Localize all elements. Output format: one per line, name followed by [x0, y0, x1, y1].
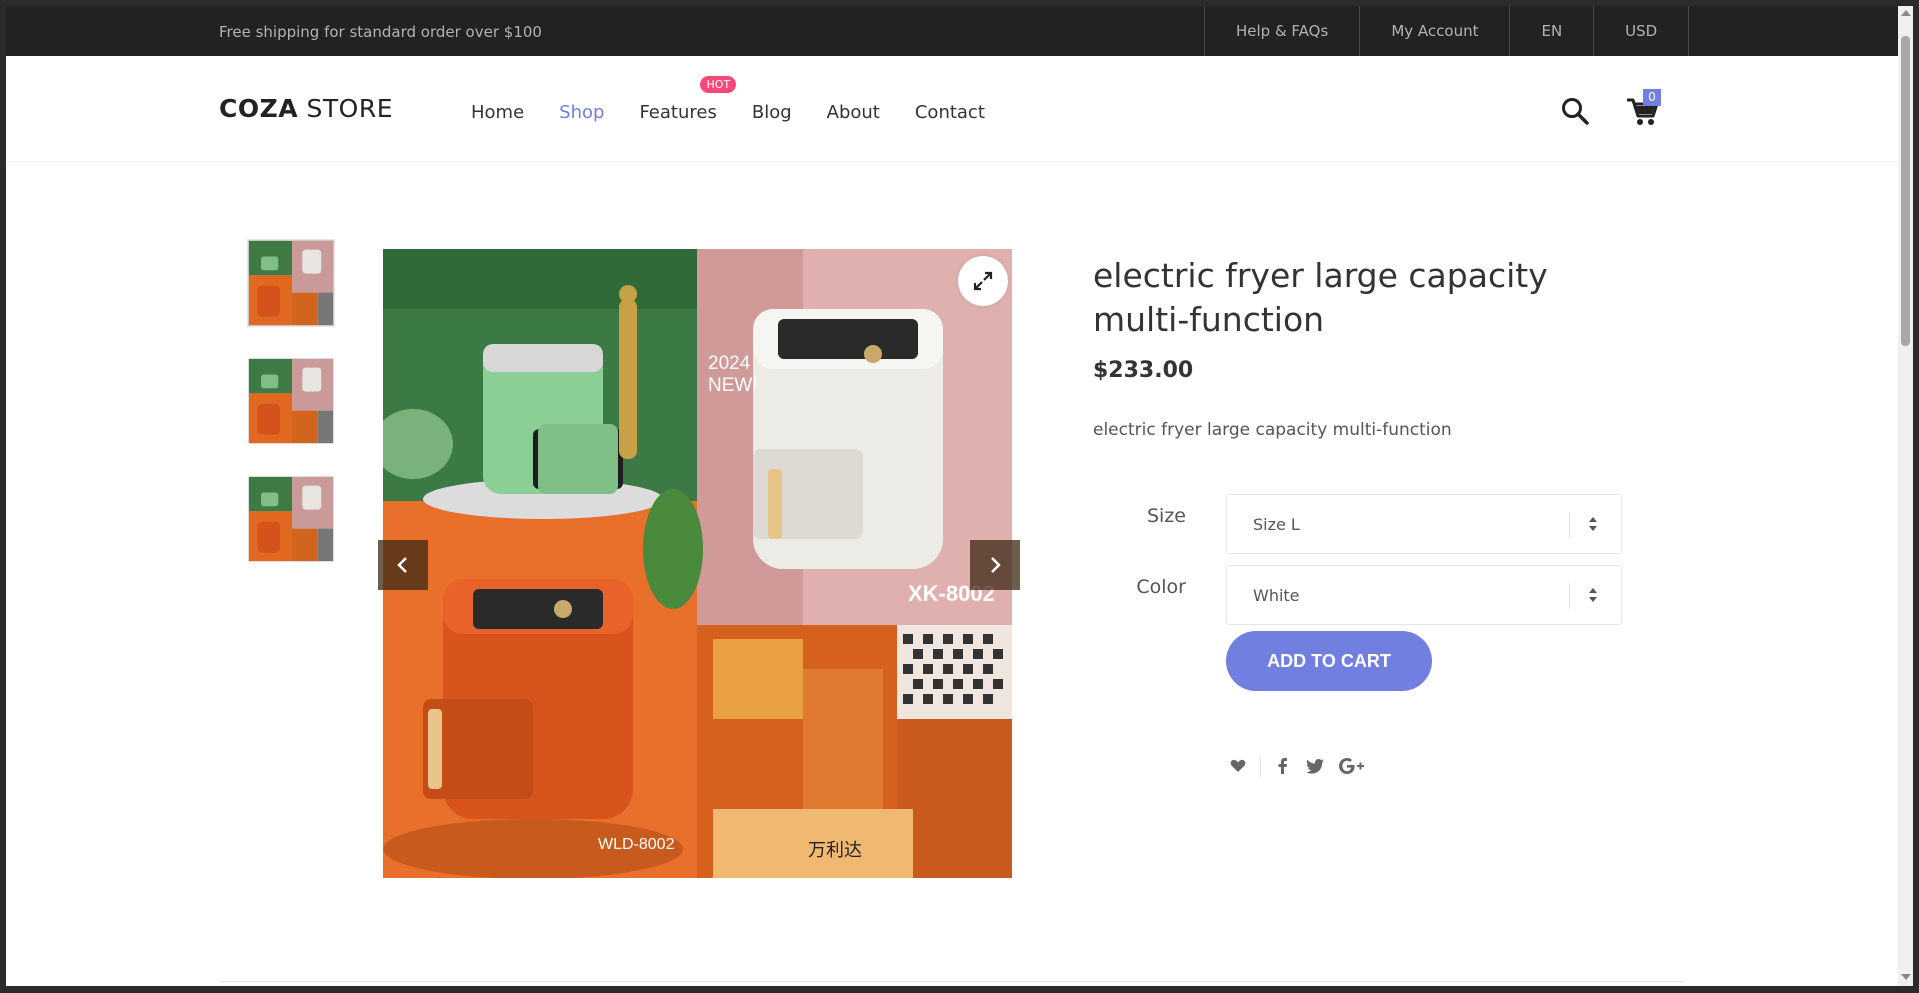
vertical-scrollbar[interactable] — [1898, 6, 1913, 986]
shipping-notice: Free shipping for standard order over $1… — [219, 23, 542, 41]
image-new-badge-line1: 2024 — [708, 353, 751, 374]
sort-caret-icon — [1588, 586, 1598, 608]
image-new-badge-line2: NEW! — [708, 375, 758, 396]
nav-shop[interactable]: Shop — [559, 102, 604, 123]
sort-caret-icon — [1588, 515, 1598, 537]
product-title: electric fryer large capacity multi-func… — [1093, 256, 1548, 339]
google-plus-icon[interactable] — [1337, 754, 1367, 778]
heart-icon[interactable] — [1226, 754, 1250, 778]
add-to-cart-button[interactable]: ADD TO CART — [1226, 631, 1432, 691]
my-account-link[interactable]: My Account — [1359, 6, 1509, 56]
search-icon[interactable] — [1560, 96, 1590, 126]
expand-icon[interactable] — [958, 256, 1008, 306]
social-actions — [1226, 754, 1367, 778]
social-divider — [1260, 755, 1261, 777]
twitter-icon[interactable] — [1303, 754, 1327, 778]
size-select-value: Size L — [1253, 515, 1300, 534]
size-label: Size — [1146, 505, 1186, 527]
scroll-down-arrow-icon[interactable] — [1901, 974, 1911, 980]
page-viewport: Free shipping for standard order over $1… — [6, 6, 1898, 986]
select-divider — [1569, 583, 1570, 609]
browser-frame: Free shipping for standard order over $1… — [0, 0, 1919, 993]
product-price: $233.00 — [1093, 358, 1194, 383]
store-logo[interactable]: COZA STORE — [219, 94, 393, 123]
size-select[interactable]: Size L — [1226, 494, 1622, 554]
image-brand-cn: 万利达 — [808, 840, 862, 861]
product-thumbnail[interactable] — [248, 358, 334, 444]
nav-features-label: Features — [639, 102, 717, 123]
help-faqs-link[interactable]: Help & FAQs — [1204, 6, 1359, 56]
top-bar: Free shipping for standard order over $1… — [6, 6, 1898, 56]
color-select[interactable]: White — [1226, 565, 1622, 625]
section-divider — [219, 981, 1685, 982]
scrollbar-thumb[interactable] — [1901, 36, 1910, 346]
language-selector[interactable]: EN — [1509, 6, 1593, 56]
logo-light-text: STORE — [298, 94, 394, 123]
cart-count-badge: 0 — [1643, 89, 1661, 106]
main-nav: Home Shop Features HOT Blog About Contact — [471, 76, 1020, 123]
nav-about[interactable]: About — [827, 102, 880, 123]
top-bar-links: Help & FAQs My Account EN USD — [1204, 6, 1690, 56]
chevron-right-icon[interactable] — [970, 540, 1020, 590]
product-main-image: 2024 NEW! XK-8002 WLD-8002 万利达 — [383, 249, 1012, 878]
logo-bold-text: COZA — [219, 94, 299, 123]
product-description: electric fryer large capacity multi-func… — [1093, 420, 1452, 440]
product-thumbnail[interactable] — [248, 240, 334, 326]
currency-selector[interactable]: USD — [1593, 6, 1690, 56]
chevron-left-icon[interactable] — [378, 540, 428, 590]
select-divider — [1569, 512, 1570, 538]
color-label: Color — [1136, 576, 1186, 598]
thumbnail-list — [248, 240, 334, 594]
hot-badge: HOT — [700, 76, 737, 93]
nav-contact[interactable]: Contact — [915, 102, 985, 123]
nav-blog[interactable]: Blog — [752, 102, 792, 123]
color-select-value: White — [1253, 586, 1300, 605]
facebook-icon[interactable] — [1271, 754, 1295, 778]
product-thumbnail[interactable] — [248, 476, 334, 562]
main-header: COZA STORE Home Shop Features HOT Blog Ab… — [6, 56, 1898, 162]
nav-home[interactable]: Home — [471, 102, 524, 123]
image-model-left: WLD-8002 — [598, 836, 675, 853]
scroll-up-arrow-icon[interactable] — [1901, 10, 1911, 16]
nav-features[interactable]: Features HOT — [639, 76, 737, 123]
